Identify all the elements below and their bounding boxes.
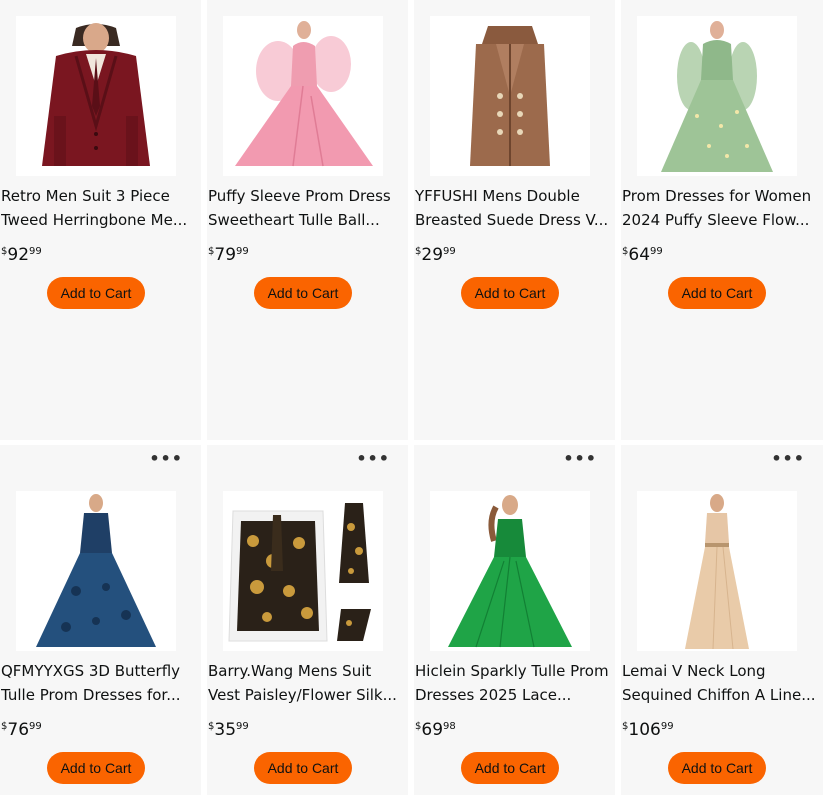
price-fraction: 99 [236, 246, 249, 257]
product-title[interactable]: Retro Men Suit 3 Piece Tweed Herringbone… [1, 184, 199, 232]
price-whole: 92 [7, 245, 30, 265]
product-title-line-1[interactable]: Puffy Sleeve Prom Dress [208, 184, 406, 208]
product-title-line-1[interactable]: Lemai V Neck Long [622, 659, 820, 683]
product-card[interactable]: Puffy Sleeve Prom Dress Sweetheart Tulle… [207, 0, 408, 440]
more-options-icon[interactable]: ••• [356, 451, 390, 467]
product-title-line-2[interactable]: 2024 Puffy Sleeve Flow... [622, 208, 820, 232]
more-options-icon[interactable]: ••• [771, 451, 805, 467]
add-to-cart-button[interactable]: Add to Cart [668, 277, 766, 309]
price-whole: 76 [7, 720, 30, 740]
price-fraction: 99 [660, 721, 674, 732]
price-whole: 106 [628, 720, 661, 740]
product-title-line-2[interactable]: Tulle Prom Dresses for... [1, 683, 199, 707]
product-card[interactable]: ••• Barry.Wang Mens Suit Vest Paisley/Fl… [207, 445, 408, 795]
price-fraction: 98 [443, 721, 456, 732]
product-title-line-2[interactable]: Tweed Herringbone Me... [1, 208, 199, 232]
price-whole: 79 [214, 245, 237, 265]
product-title[interactable]: Barry.Wang Mens Suit Vest Paisley/Flower… [208, 659, 406, 707]
product-card[interactable]: Prom Dresses for Women 2024 Puffy Sleeve… [621, 0, 823, 440]
price-fraction: 99 [29, 721, 42, 732]
product-price: $2999 [415, 242, 456, 265]
product-card[interactable]: YFFUSHI Mens Double Breasted Suede Dress… [414, 0, 615, 440]
product-image[interactable] [430, 491, 590, 651]
product-title[interactable]: QFMYYXGS 3D Butterfly Tulle Prom Dresses… [1, 659, 199, 707]
product-card[interactable]: Retro Men Suit 3 Piece Tweed Herringbone… [0, 0, 201, 440]
product-price: $6998 [415, 717, 456, 740]
product-title-line-2[interactable]: Vest Paisley/Flower Silk... [208, 683, 406, 707]
add-to-cart-button[interactable]: Add to Cart [668, 752, 766, 784]
product-card[interactable]: ••• QFMYYXGS 3D Butterfly Tulle Prom Dre… [0, 445, 201, 795]
product-title-line-1[interactable]: QFMYYXGS 3D Butterfly [1, 659, 199, 683]
product-title-line-1[interactable]: Prom Dresses for Women [622, 184, 820, 208]
add-to-cart-button[interactable]: Add to Cart [254, 752, 352, 784]
price-fraction: 99 [443, 246, 456, 257]
product-title-line-1[interactable]: Barry.Wang Mens Suit [208, 659, 406, 683]
add-to-cart-button[interactable]: Add to Cart [47, 752, 145, 784]
product-title[interactable]: Puffy Sleeve Prom Dress Sweetheart Tulle… [208, 184, 406, 232]
product-title[interactable]: Lemai V Neck Long Sequined Chiffon A Lin… [622, 659, 820, 707]
product-image[interactable] [223, 16, 383, 176]
product-price: $10699 [622, 717, 674, 740]
pink-gown-image [223, 16, 383, 176]
product-image[interactable] [223, 491, 383, 651]
product-image[interactable] [430, 16, 590, 176]
paisley-vest-set-image [223, 491, 383, 651]
product-title-line-2[interactable]: Dresses 2025 Lace... [415, 683, 613, 707]
more-options-icon[interactable]: ••• [563, 451, 597, 467]
product-title-line-2[interactable]: Breasted Suede Dress V... [415, 208, 613, 232]
product-card[interactable]: ••• Hiclein Sparkly Tulle Prom Dresses 2… [414, 445, 615, 795]
product-price: $3599 [208, 717, 249, 740]
add-to-cart-button[interactable]: Add to Cart [254, 277, 352, 309]
price-whole: 29 [421, 245, 444, 265]
champagne-gown-image [637, 491, 797, 651]
product-price: $7999 [208, 242, 249, 265]
burgundy-suit-image [16, 16, 176, 176]
product-title[interactable]: Prom Dresses for Women 2024 Puffy Sleeve… [622, 184, 820, 232]
product-grid: Retro Men Suit 3 Piece Tweed Herringbone… [0, 0, 826, 795]
product-title[interactable]: Hiclein Sparkly Tulle Prom Dresses 2025 … [415, 659, 613, 707]
add-to-cart-button[interactable]: Add to Cart [461, 752, 559, 784]
product-card[interactable]: ••• Lemai V Neck Long Sequined Chiffon A… [621, 445, 823, 795]
product-image[interactable] [637, 491, 797, 651]
product-title[interactable]: YFFUSHI Mens Double Breasted Suede Dress… [415, 184, 613, 232]
price-whole: 64 [628, 245, 651, 265]
product-title-line-2[interactable]: Sweetheart Tulle Ball... [208, 208, 406, 232]
price-fraction: 99 [29, 246, 42, 257]
product-image[interactable] [637, 16, 797, 176]
product-title-line-1[interactable]: YFFUSHI Mens Double [415, 184, 613, 208]
price-fraction: 99 [650, 246, 663, 257]
price-whole: 35 [214, 720, 237, 740]
product-image[interactable] [16, 16, 176, 176]
product-image[interactable] [16, 491, 176, 651]
emerald-gown-image [430, 491, 590, 651]
price-fraction: 99 [236, 721, 249, 732]
navy-gown-image [16, 491, 176, 651]
green-gown-image [637, 16, 797, 176]
product-title-line-1[interactable]: Hiclein Sparkly Tulle Prom [415, 659, 613, 683]
brown-vest-image [430, 16, 590, 176]
add-to-cart-button[interactable]: Add to Cart [47, 277, 145, 309]
product-title-line-2[interactable]: Sequined Chiffon A Line... [622, 683, 820, 707]
add-to-cart-button[interactable]: Add to Cart [461, 277, 559, 309]
product-title-line-1[interactable]: Retro Men Suit 3 Piece [1, 184, 199, 208]
product-price: $7699 [1, 717, 42, 740]
more-options-icon[interactable]: ••• [149, 451, 183, 467]
product-price: $6499 [622, 242, 663, 265]
product-price: $9299 [1, 242, 42, 265]
price-whole: 69 [421, 720, 444, 740]
